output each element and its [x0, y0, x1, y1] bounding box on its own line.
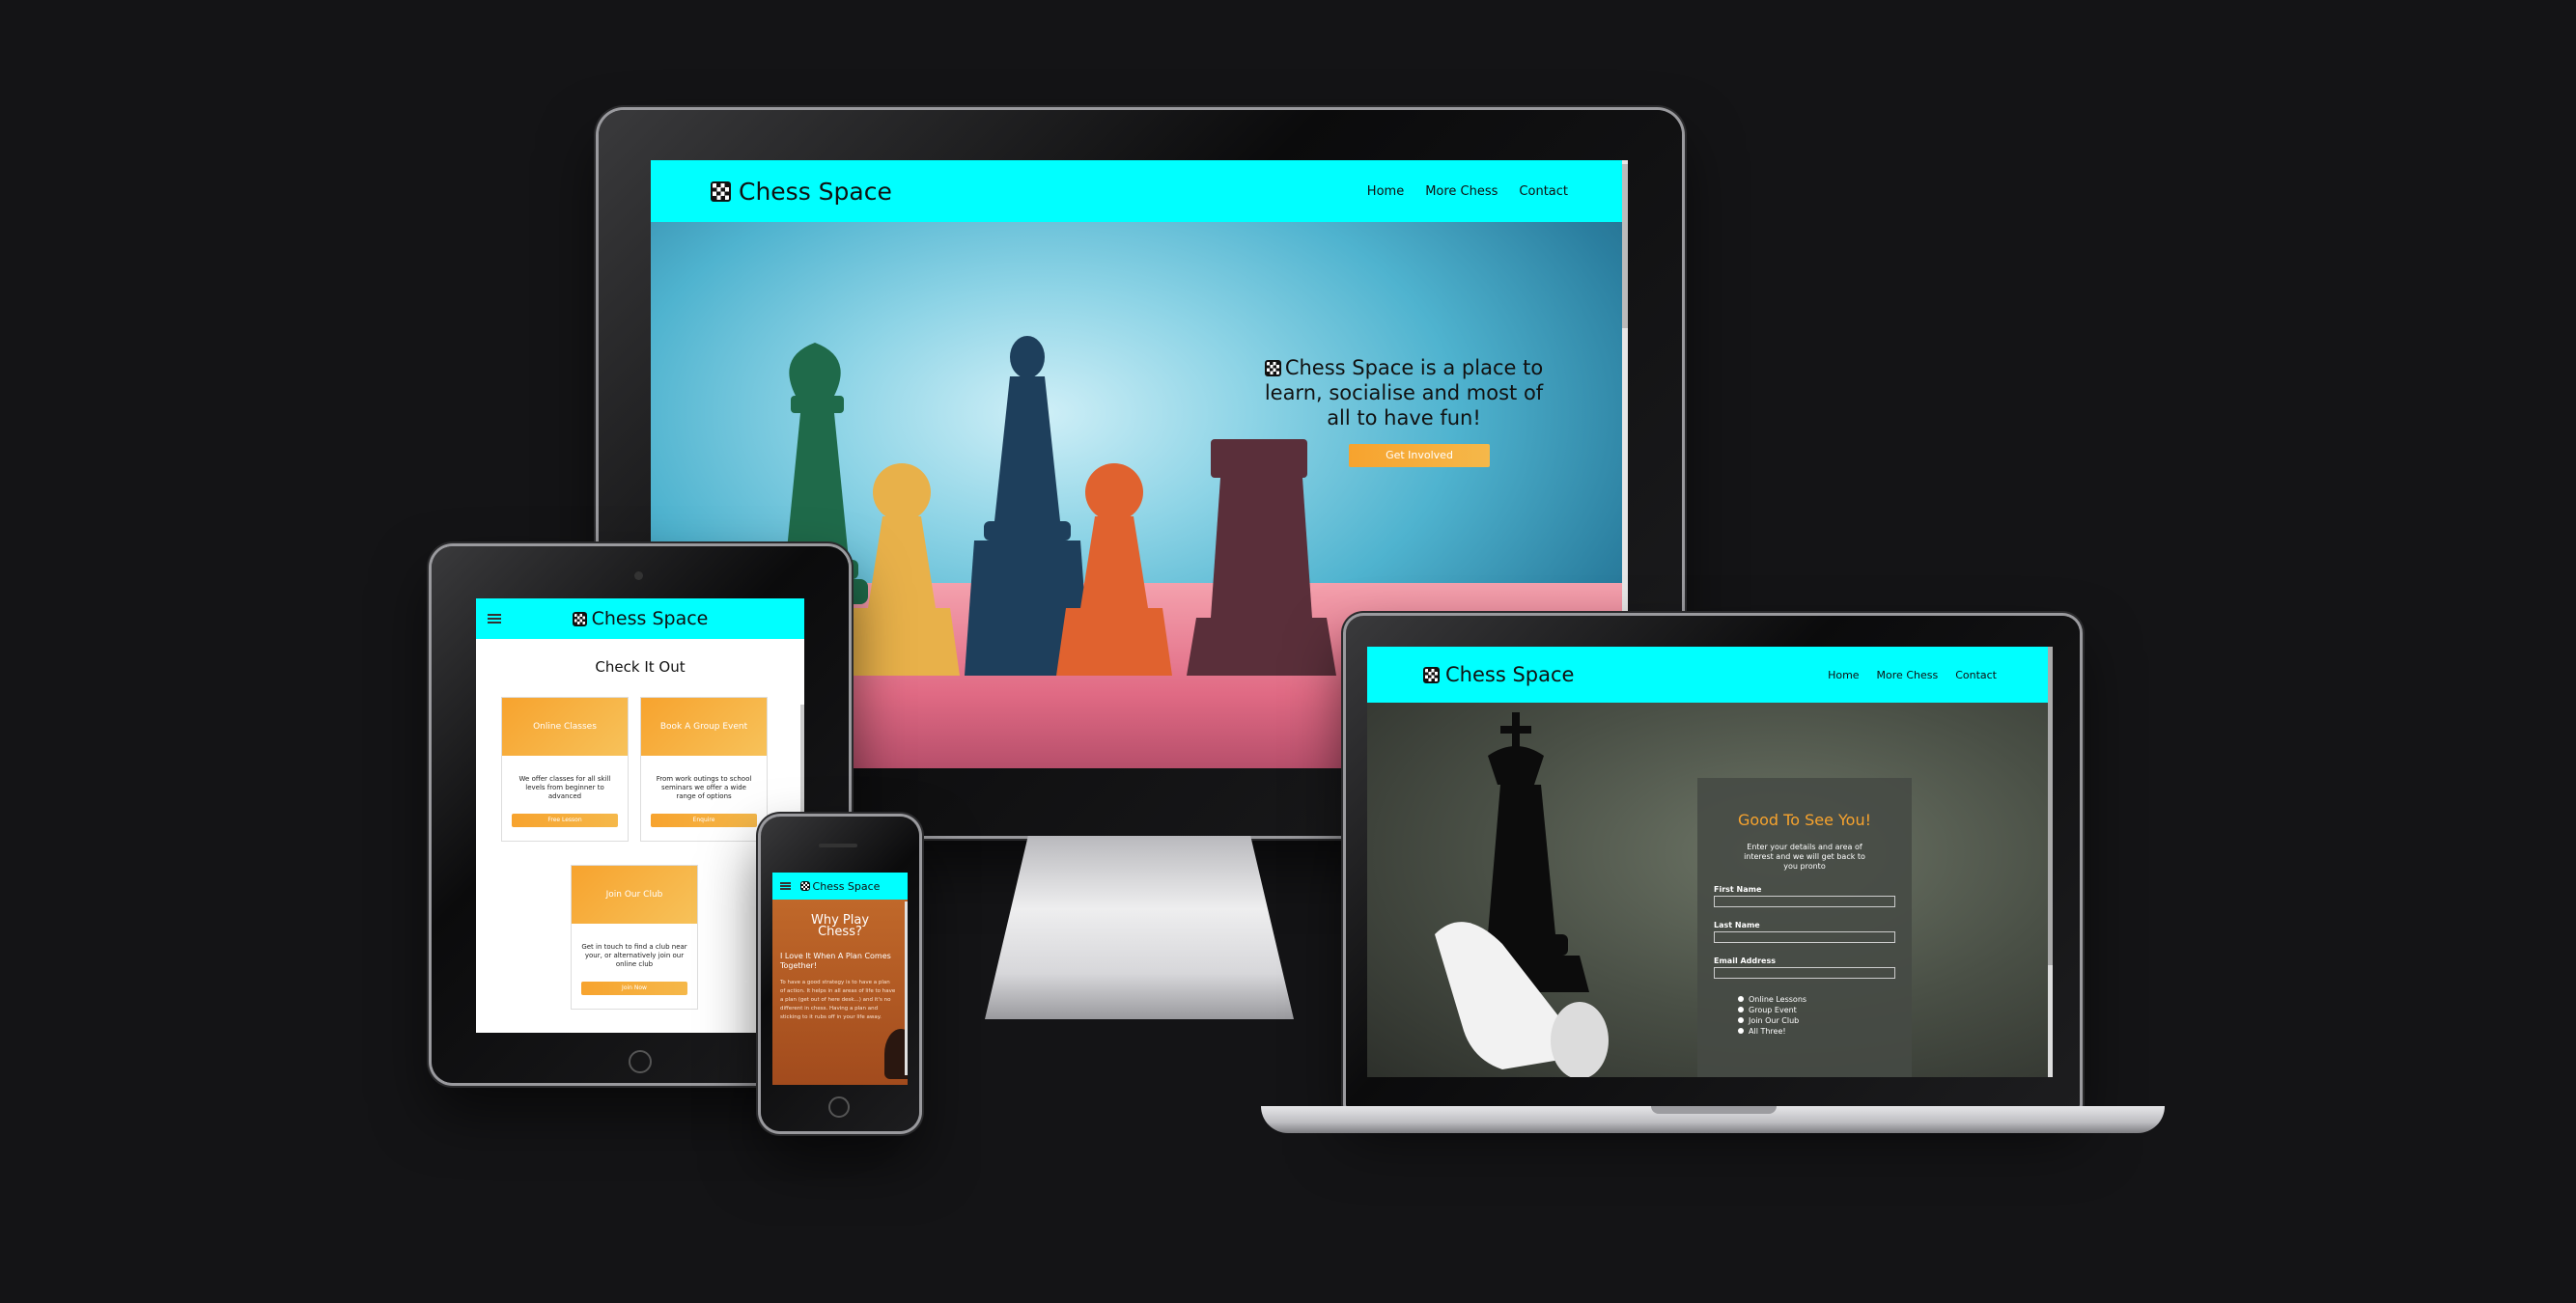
- option-all-three[interactable]: All Three!: [1738, 1026, 1912, 1037]
- get-involved-button[interactable]: Get Involved: [1349, 444, 1490, 467]
- last-name-label: Last Name: [1714, 921, 1760, 929]
- card-text: Get in touch to find a club near your, o…: [581, 943, 687, 968]
- hero-text: Chess Space is a place to learn, sociali…: [1264, 356, 1544, 430]
- tablet-home-button[interactable]: [629, 1050, 652, 1073]
- card-text: We offer classes for all skill levels fr…: [518, 775, 611, 800]
- nav-home[interactable]: Home: [1367, 184, 1404, 199]
- phone-home-button[interactable]: [828, 1096, 850, 1118]
- phone-subheading: I Love It When A Plan Comes Together!: [780, 952, 891, 970]
- card-group-event: Book A Group Event From work outings to …: [640, 697, 768, 842]
- phone-body: To have a good strategy is to have a pla…: [780, 980, 896, 1020]
- section-heading: Check It Out: [595, 658, 686, 676]
- scrollbar[interactable]: [2048, 647, 2053, 1077]
- card-join-club: Join Our Club Get in touch to find a clu…: [571, 865, 698, 1010]
- laptop-nav-links: Home More Chess Contact: [1828, 669, 1997, 681]
- join-now-button[interactable]: Join Now: [581, 982, 687, 995]
- phone-content: Why Play Chess? I Love It When A Plan Co…: [772, 900, 908, 1085]
- nav-contact[interactable]: Contact: [1955, 669, 1997, 681]
- scrollbar[interactable]: [905, 901, 908, 1075]
- laptop-navbar: Chess Space Home More Chess Contact: [1367, 647, 2053, 703]
- phone-navbar: Chess Space: [772, 873, 908, 900]
- chessboard-icon: [1423, 666, 1440, 683]
- phone-device: Chess Space Why Play Chess? I Love It Wh…: [761, 817, 919, 1131]
- monitor-stand: [985, 836, 1294, 1019]
- option-join-club[interactable]: Join Our Club: [1738, 1015, 1912, 1026]
- chessboard-icon: [711, 180, 731, 202]
- desktop-navbar: Chess Space Home More Chess Contact: [651, 160, 1628, 222]
- card-title: Online Classes: [502, 698, 628, 756]
- brand-logo[interactable]: Chess Space: [799, 879, 881, 893]
- form-intro: Enter your details and area of interest …: [1744, 843, 1865, 871]
- laptop-device: Chess Space Home More Chess Contact Good…: [1346, 616, 2080, 1108]
- desktop-nav-links: Home More Chess Contact: [1367, 184, 1568, 199]
- first-name-label: First Name: [1714, 885, 1762, 894]
- card-online-classes: Online Classes We offer classes for all …: [501, 697, 629, 842]
- free-lesson-button[interactable]: Free Lesson: [512, 814, 618, 827]
- contact-hero: Good To See You! Enter your details and …: [1367, 703, 2053, 1077]
- nav-more-chess[interactable]: More Chess: [1877, 669, 1939, 681]
- card-text: From work outings to school seminars we …: [656, 775, 752, 800]
- brand-name: Chess Space: [591, 608, 709, 629]
- nav-home[interactable]: Home: [1828, 669, 1859, 681]
- nav-more-chess[interactable]: More Chess: [1425, 184, 1498, 199]
- phone-screen: Chess Space Why Play Chess? I Love It Wh…: [772, 873, 908, 1085]
- interest-options: Online Lessons Group Event Join Our Club…: [1697, 994, 1912, 1037]
- hamburger-menu-icon[interactable]: [780, 882, 791, 890]
- enquire-button[interactable]: Enquire: [651, 814, 757, 827]
- chessboard-icon: [1264, 360, 1281, 376]
- hero-headline: Chess Space is a place to learn, sociali…: [1259, 355, 1549, 430]
- brand-logo[interactable]: Chess Space: [572, 608, 709, 629]
- fallen-king-image: [1435, 712, 1609, 1077]
- tablet-navbar: Chess Space: [476, 598, 804, 639]
- tablet-camera: [634, 571, 643, 580]
- card-title: Join Our Club: [572, 866, 697, 924]
- first-name-input[interactable]: [1714, 896, 1895, 907]
- email-label: Email Address: [1714, 956, 1777, 965]
- last-name-input[interactable]: [1714, 931, 1895, 943]
- option-online-lessons[interactable]: Online Lessons: [1738, 994, 1912, 1005]
- brand-name: Chess Space: [812, 879, 881, 893]
- brand-logo[interactable]: Chess Space: [1423, 663, 1574, 686]
- card-title: Book A Group Event: [641, 698, 767, 756]
- brand-logo[interactable]: Chess Space: [711, 178, 892, 206]
- laptop-screen: Chess Space Home More Chess Contact Good…: [1367, 647, 2053, 1077]
- brand-name: Chess Space: [739, 177, 892, 206]
- form-title: Good To See You!: [1737, 811, 1872, 829]
- brand-name: Chess Space: [1445, 663, 1575, 686]
- chessboard-icon: [572, 611, 587, 626]
- chessboard-icon: [799, 881, 810, 891]
- nav-contact[interactable]: Contact: [1519, 184, 1568, 199]
- tablet-screen: Chess Space Check It Out Online Classes …: [476, 598, 804, 1033]
- phone-heading: Why Play Chess?: [810, 913, 870, 939]
- option-group-event[interactable]: Group Event: [1738, 1005, 1912, 1015]
- contact-form-panel: Good To See You! Enter your details and …: [1697, 778, 1912, 1077]
- email-input[interactable]: [1714, 967, 1895, 979]
- phone-speaker: [819, 844, 857, 847]
- hamburger-menu-icon[interactable]: [488, 614, 501, 624]
- laptop-notch: [1651, 1106, 1777, 1114]
